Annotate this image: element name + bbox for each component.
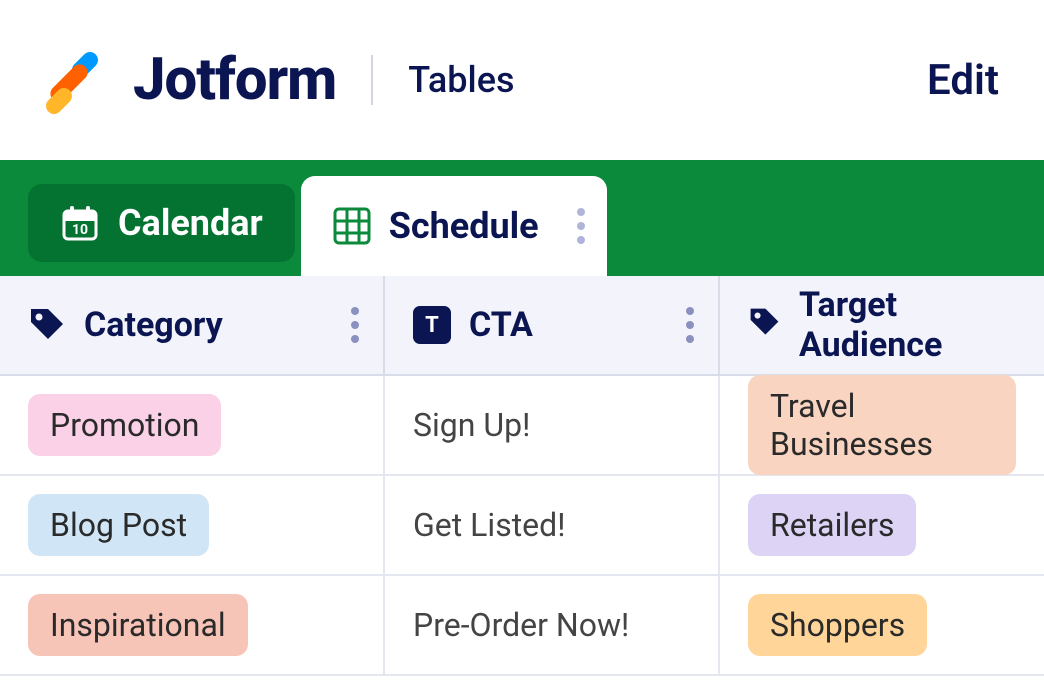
- brand-logo[interactable]: Jotform: [45, 46, 336, 114]
- tag-icon: [28, 306, 66, 344]
- tab-schedule[interactable]: Schedule: [301, 176, 607, 276]
- tab-schedule-label: Schedule: [389, 205, 539, 247]
- brand-name: Jotform: [133, 46, 336, 114]
- column-header-category[interactable]: Category: [0, 276, 385, 374]
- cta-text: Sign Up!: [413, 406, 530, 444]
- grid-icon: [333, 207, 371, 245]
- column-title: CTA: [469, 305, 533, 345]
- target-pill: Travel Businesses: [748, 375, 1016, 475]
- product-name: Tables: [408, 59, 514, 101]
- app-header: Jotform Tables Edit: [0, 0, 1044, 160]
- cell-target[interactable]: Shoppers: [720, 576, 1044, 674]
- target-pill: Retailers: [748, 494, 916, 556]
- cell-target[interactable]: Travel Businesses: [720, 376, 1044, 474]
- category-pill: Promotion: [28, 394, 221, 456]
- table-header-row: Category T CTA Target Audience: [0, 276, 1044, 376]
- tab-calendar[interactable]: 10 Calendar: [28, 184, 295, 262]
- column-menu-icon[interactable]: [686, 307, 694, 343]
- cell-target[interactable]: Retailers: [720, 476, 1044, 574]
- tab-bar: 10 Calendar Schedule: [0, 160, 1044, 276]
- tab-calendar-label: Calendar: [118, 202, 263, 244]
- cell-category[interactable]: Inspirational: [0, 576, 385, 674]
- cell-cta[interactable]: Get Listed!: [385, 476, 720, 574]
- column-title: Category: [84, 305, 223, 345]
- cell-category[interactable]: Blog Post: [0, 476, 385, 574]
- cell-cta[interactable]: Pre-Order Now!: [385, 576, 720, 674]
- tab-menu-icon[interactable]: [577, 208, 585, 244]
- cell-category[interactable]: Promotion: [0, 376, 385, 474]
- category-pill: Inspirational: [28, 594, 248, 656]
- table-row[interactable]: Inspirational Pre-Order Now! Shoppers: [0, 576, 1044, 676]
- cta-text: Pre-Order Now!: [413, 606, 629, 644]
- column-header-target[interactable]: Target Audience: [720, 276, 1044, 374]
- category-pill: Blog Post: [28, 494, 209, 556]
- tag-icon: [748, 306, 781, 344]
- text-icon: T: [413, 306, 451, 344]
- table-row[interactable]: Promotion Sign Up! Travel Businesses: [0, 376, 1044, 476]
- table-body: Promotion Sign Up! Travel Businesses Blo…: [0, 376, 1044, 676]
- table-row[interactable]: Blog Post Get Listed! Retailers: [0, 476, 1044, 576]
- header-divider: [371, 55, 373, 105]
- edit-button[interactable]: Edit: [927, 56, 999, 105]
- cell-cta[interactable]: Sign Up!: [385, 376, 720, 474]
- jotform-logo-icon: [45, 46, 113, 114]
- column-title: Target Audience: [799, 285, 1016, 365]
- column-header-cta[interactable]: T CTA: [385, 276, 720, 374]
- column-menu-icon[interactable]: [351, 307, 359, 343]
- svg-text:10: 10: [72, 222, 88, 238]
- target-pill: Shoppers: [748, 594, 927, 656]
- cta-text: Get Listed!: [413, 506, 565, 544]
- calendar-icon: 10: [60, 203, 100, 243]
